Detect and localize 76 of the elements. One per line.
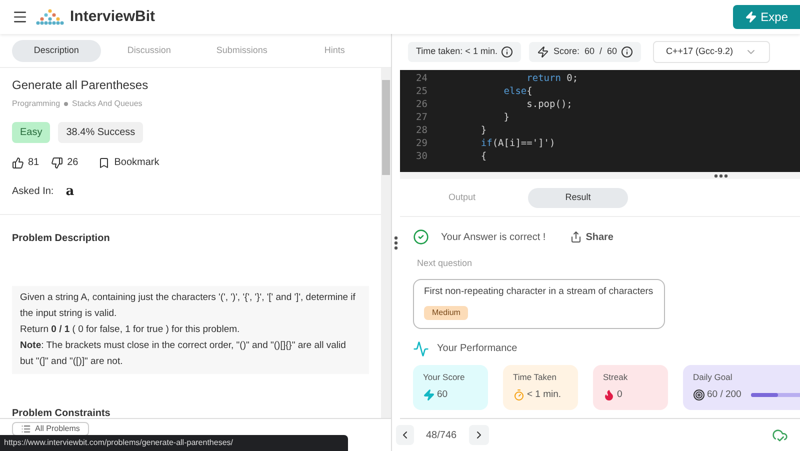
code-line: } (480, 124, 487, 138)
check-circle-icon (413, 229, 429, 245)
menu-icon[interactable] (12, 9, 28, 25)
difficulty-badge: Medium (424, 306, 468, 320)
stat-label: Your Score (423, 370, 466, 384)
description-text: Return 0 / 1 ( 0 for false, 1 for true ) for this problem. (20, 322, 241, 336)
cloud-check-icon (772, 427, 788, 443)
asked-in-label: Asked In: (12, 185, 54, 200)
drag-handle-icon[interactable] (394, 236, 398, 250)
time-text: Time taken: < 1 min. (416, 45, 498, 58)
stat-label: Time Taken (513, 370, 558, 384)
next-question-title: First non-repeating character in a stream of characters (424, 284, 654, 298)
line-number: 29 (415, 137, 428, 152)
share-icon (570, 231, 582, 243)
code-line: s.pop(); (526, 98, 572, 112)
code-line: return 0; (526, 72, 578, 86)
line-number: 28 (415, 124, 428, 138)
like-button[interactable]: 81 (12, 155, 40, 170)
flame-icon (603, 388, 615, 401)
success-badge: 38.4% Success (58, 122, 144, 143)
description-text: Given a string A, containing just the characters '(', ')', '{', '}', '[' and ']', determine if the input string is valid. (20, 290, 356, 320)
section-heading: Problem Description (12, 232, 111, 246)
section-heading: Your Performance (437, 342, 518, 356)
stat-value: 60 (437, 388, 448, 402)
company-logo: a (66, 183, 74, 201)
timer-icon (513, 388, 525, 401)
scrollbar[interactable] (381, 68, 391, 418)
stat-label: Streak (603, 370, 629, 384)
info-icon[interactable] (621, 46, 633, 58)
activity-icon (413, 340, 429, 357)
status-url: https://www.interviewbit.com/problems/generate-all-parentheses/ (0, 435, 348, 451)
tab[interactable]: Result (528, 188, 628, 208)
code-editor[interactable]: 24 return 0; 25 else{ 26 s.pop(); 27 } 28 } 29 if(A[i]==']') 30 { (400, 70, 800, 172)
stat-value: 0 (617, 388, 622, 402)
bullet-icon (64, 102, 68, 106)
score-text: Score: 60 / 60 (553, 45, 617, 58)
code-line: { (480, 150, 487, 164)
line-number: 30 (415, 150, 428, 164)
difficulty-badge: Easy (12, 122, 50, 143)
language-dropdown[interactable]: C++17 (Gcc-9.2) (653, 41, 770, 63)
bookmark-icon (98, 156, 110, 168)
problem-title: Generate all Parentheses (12, 77, 150, 94)
line-number: 27 (415, 111, 428, 126)
line-number: 26 (415, 98, 428, 112)
pager-position: 48/746 (426, 428, 457, 442)
code-line: } (502, 111, 510, 126)
logo-text[interactable]: InterviewBit (70, 6, 156, 28)
thumbs-down-icon (51, 156, 64, 168)
stat-value: < 1 min. (527, 388, 562, 402)
tab[interactable]: Description (12, 40, 101, 62)
result-message: Your Answer is correct ! (441, 230, 546, 244)
target-icon (693, 388, 705, 401)
share-button[interactable]: Share (570, 230, 614, 244)
upgrade-button[interactable]: Expe (732, 5, 800, 29)
list-icon (21, 424, 31, 434)
stat-label: Daily Goal (693, 370, 734, 384)
code-line: if(A[i]==']') (480, 137, 556, 152)
next-question-card[interactable]: First non-repeating character in a stream of characters Medium (413, 278, 665, 329)
lightning-icon (537, 46, 550, 58)
info-icon[interactable] (501, 46, 514, 58)
logo-icon (36, 8, 66, 26)
stat-value: 60 / 200 (707, 388, 742, 402)
next-button[interactable] (468, 425, 489, 445)
bookmark-button[interactable]: Bookmark (98, 155, 160, 170)
line-number: 25 (415, 85, 428, 100)
previous-button[interactable] (396, 425, 414, 445)
code-line: else{ (502, 85, 532, 100)
dislike-button[interactable]: 26 (51, 155, 78, 170)
resize-handle-icon[interactable] (714, 174, 728, 178)
section-heading: Problem Constraints (12, 406, 112, 420)
thumbs-up-icon (12, 156, 24, 168)
line-number: 24 (415, 72, 428, 86)
lightning-icon (744, 11, 757, 23)
next-question-label: Next question (417, 257, 474, 270)
lightning-icon (423, 388, 435, 401)
description-text: Note: The brackets must close in the correct order, "()" and "()[]{}" are all valid but "(]" and "([)]" are not. (20, 338, 347, 368)
